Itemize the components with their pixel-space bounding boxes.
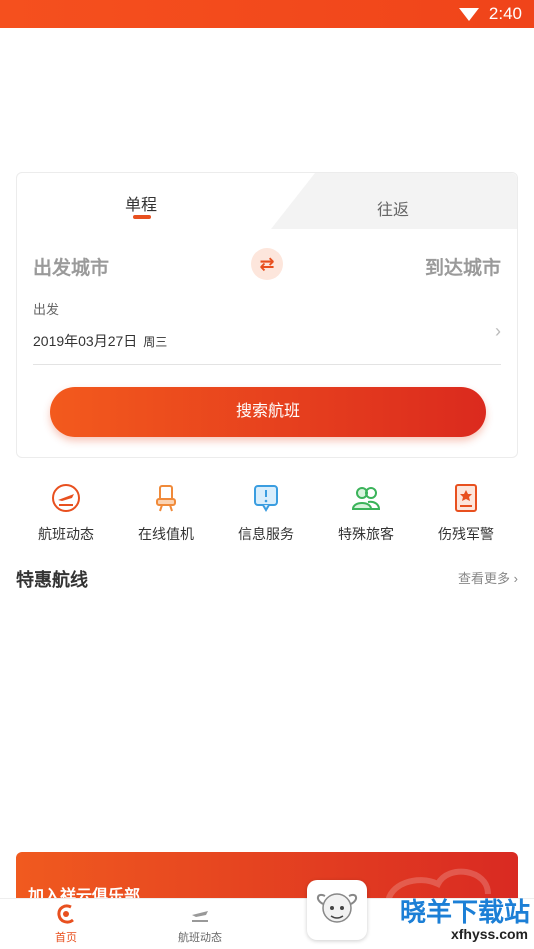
status-bar: 2:40 [0, 0, 534, 28]
wifi-icon [458, 7, 479, 21]
watermark-url: xfhyss.com [450, 926, 528, 942]
nav-item-home[interactable]: 首页 [26, 903, 106, 945]
search-flights-button[interactable]: 搜索航班 [50, 387, 486, 437]
nav-label: 航班动态 [178, 932, 222, 944]
quick-item-label: 伤残军警 [438, 526, 494, 542]
quick-item-special-passengers[interactable]: 特殊旅客 [316, 482, 416, 544]
quick-item-flight-status[interactable]: 航班动态 [16, 482, 116, 544]
arrival-city[interactable]: 到达城市 [425, 253, 501, 280]
airplane-icon [52, 484, 80, 512]
nav-label: 首页 [55, 932, 77, 944]
quick-item-disabled-military[interactable]: 伤残军警 [416, 482, 516, 544]
quick-item-label: 特殊旅客 [338, 526, 394, 542]
quick-item-info-service[interactable]: 信息服务 [216, 482, 316, 544]
quick-menu: 航班动态 在线值机 信息服务 特殊旅客 伤残军警 [16, 482, 518, 544]
departure-label: 出发 [33, 302, 60, 317]
divider [33, 364, 501, 365]
departure-weekday: 周三 [143, 335, 168, 349]
departure-city[interactable]: 出发城市 [33, 253, 109, 280]
nav-item-flight-status[interactable]: 航班动态 [160, 903, 240, 945]
tab-one-way-label[interactable]: 单程 [125, 191, 157, 215]
status-indicators: 2:40 [458, 4, 522, 24]
quick-item-label: 信息服务 [238, 526, 294, 542]
info-bubble-icon [254, 485, 278, 512]
quick-item-online-checkin[interactable]: 在线值机 [116, 482, 216, 544]
banner-area[interactable] [0, 28, 534, 168]
sheep-icon [317, 893, 357, 923]
certificate-icon [455, 484, 477, 512]
home-logo-icon [57, 904, 74, 924]
departure-date: 2019年03月27日 [33, 333, 138, 349]
departure-date-field[interactable]: 2019年03月27日 周三 [33, 331, 167, 351]
airplane-icon [192, 911, 208, 922]
trip-type-tabs: 单程 往返 [17, 173, 517, 229]
sheep-mascot-badge[interactable] [307, 880, 367, 940]
quick-item-label: 航班动态 [38, 526, 94, 542]
seat-icon [156, 485, 176, 512]
watermark-logo: 晓羊下载站 [399, 897, 530, 927]
section-title: 特惠航线 [16, 570, 88, 590]
view-more-link[interactable]: 查看更多 › [458, 568, 518, 587]
status-time: 2:40 [488, 4, 522, 23]
swap-arrows-icon[interactable]: ⇄ [251, 248, 283, 280]
chevron-right-icon[interactable]: › [495, 321, 501, 342]
quick-item-label: 在线值机 [138, 526, 194, 542]
tab-round-trip-label[interactable]: 往返 [377, 196, 409, 220]
passengers-icon [351, 487, 381, 510]
active-tab-indicator [133, 215, 151, 219]
flight-search-card: 单程 往返 出发城市 ⇄ 到达城市 出发 2019年03月27日 周三 › 搜索航… [16, 172, 518, 458]
